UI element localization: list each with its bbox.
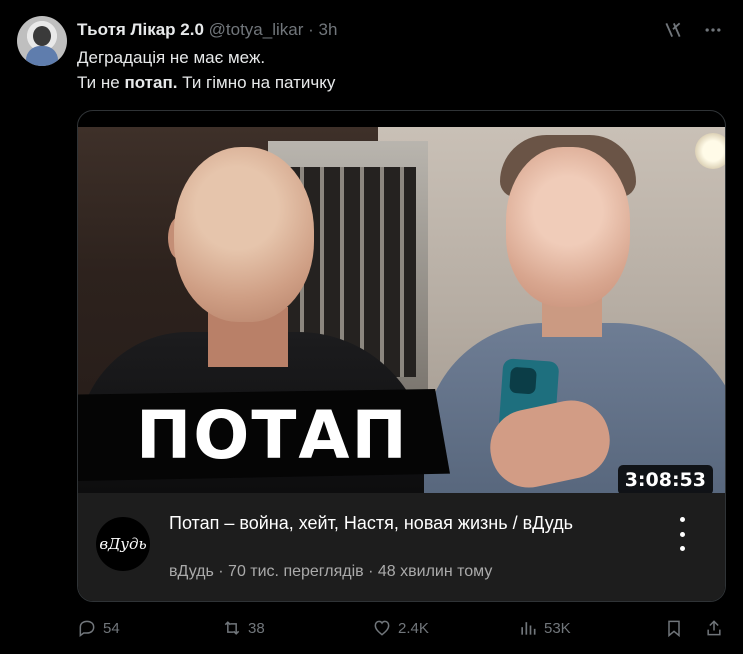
reply-button[interactable]: 54 xyxy=(77,618,120,638)
video-meta: вДудь · 70 тис. переглядів · 48 хвилин т… xyxy=(169,563,493,580)
views-count: 53K xyxy=(544,619,571,637)
reply-count: 54 xyxy=(103,619,120,637)
separator-dot: · xyxy=(308,20,314,39)
more-icon[interactable] xyxy=(701,16,725,44)
thumbnail-title: ПОТАП xyxy=(136,396,409,474)
share-button[interactable] xyxy=(704,618,724,638)
video-info[interactable]: вДудь Потап – война, хейт, Настя, новая … xyxy=(78,493,725,601)
bookmark-button[interactable] xyxy=(664,618,684,638)
video-thumbnail[interactable]: ПОТАП 3:08:53 xyxy=(78,127,725,493)
post-text-line-1: Деградація не має меж. xyxy=(77,48,266,67)
reply-icon xyxy=(79,620,95,637)
video-duration: 3:08:53 xyxy=(617,465,713,493)
thumbnail-phone-camera xyxy=(509,366,537,395)
avatar[interactable] xyxy=(17,16,67,66)
views-button[interactable]: 53K xyxy=(518,618,571,638)
post-text-line-2: Ти не потап. Ти гімно на патичку xyxy=(77,70,335,95)
post-header: Тьотя Лікар 2.0 @totya_likar · 3h xyxy=(77,19,337,41)
post-top-actions xyxy=(661,16,725,44)
post-text-bold: потап. xyxy=(124,73,178,92)
video-title[interactable]: Потап – война, хейт, Настя, новая жизнь … xyxy=(169,511,669,535)
repost-count: 38 xyxy=(248,619,265,637)
share-icon xyxy=(707,620,721,636)
repost-icon xyxy=(224,621,240,635)
bookmark-icon xyxy=(668,620,680,638)
video-more-options-icon[interactable] xyxy=(673,517,691,551)
video-more-dot xyxy=(679,546,685,551)
post-text-line-2-suffix: Ти гімно на патичку xyxy=(177,73,336,92)
post-time[interactable]: 3h xyxy=(319,20,338,39)
avatar-head xyxy=(33,26,51,46)
video-more-dot xyxy=(679,517,685,522)
channel-logo[interactable]: вДудь xyxy=(96,517,150,571)
video-card[interactable]: ПОТАП 3:08:53 вДудь Потап – война, хейт,… xyxy=(77,110,726,602)
thumbnail-person-right-head xyxy=(506,147,630,307)
views-icon xyxy=(521,622,536,635)
author-handle[interactable]: @totya_likar xyxy=(209,20,304,39)
thumbnail-lamp xyxy=(695,133,725,169)
avatar-body xyxy=(26,46,58,66)
author-name[interactable]: Тьотя Лікар 2.0 xyxy=(77,20,204,39)
post-text-line-2-prefix: Ти не xyxy=(77,73,125,92)
grok-icon[interactable] xyxy=(661,16,685,44)
like-count: 2.4K xyxy=(398,619,429,637)
post-text: Деградація не має меж. Ти не потап. Ти г… xyxy=(77,45,335,95)
post-actions: 54 38 2.4K 53K xyxy=(77,614,723,644)
like-button[interactable]: 2.4K xyxy=(372,618,429,638)
thumbnail-person-left-head xyxy=(174,147,314,322)
repost-button[interactable]: 38 xyxy=(222,618,265,638)
like-icon xyxy=(374,620,390,636)
video-more-dot xyxy=(679,531,685,537)
